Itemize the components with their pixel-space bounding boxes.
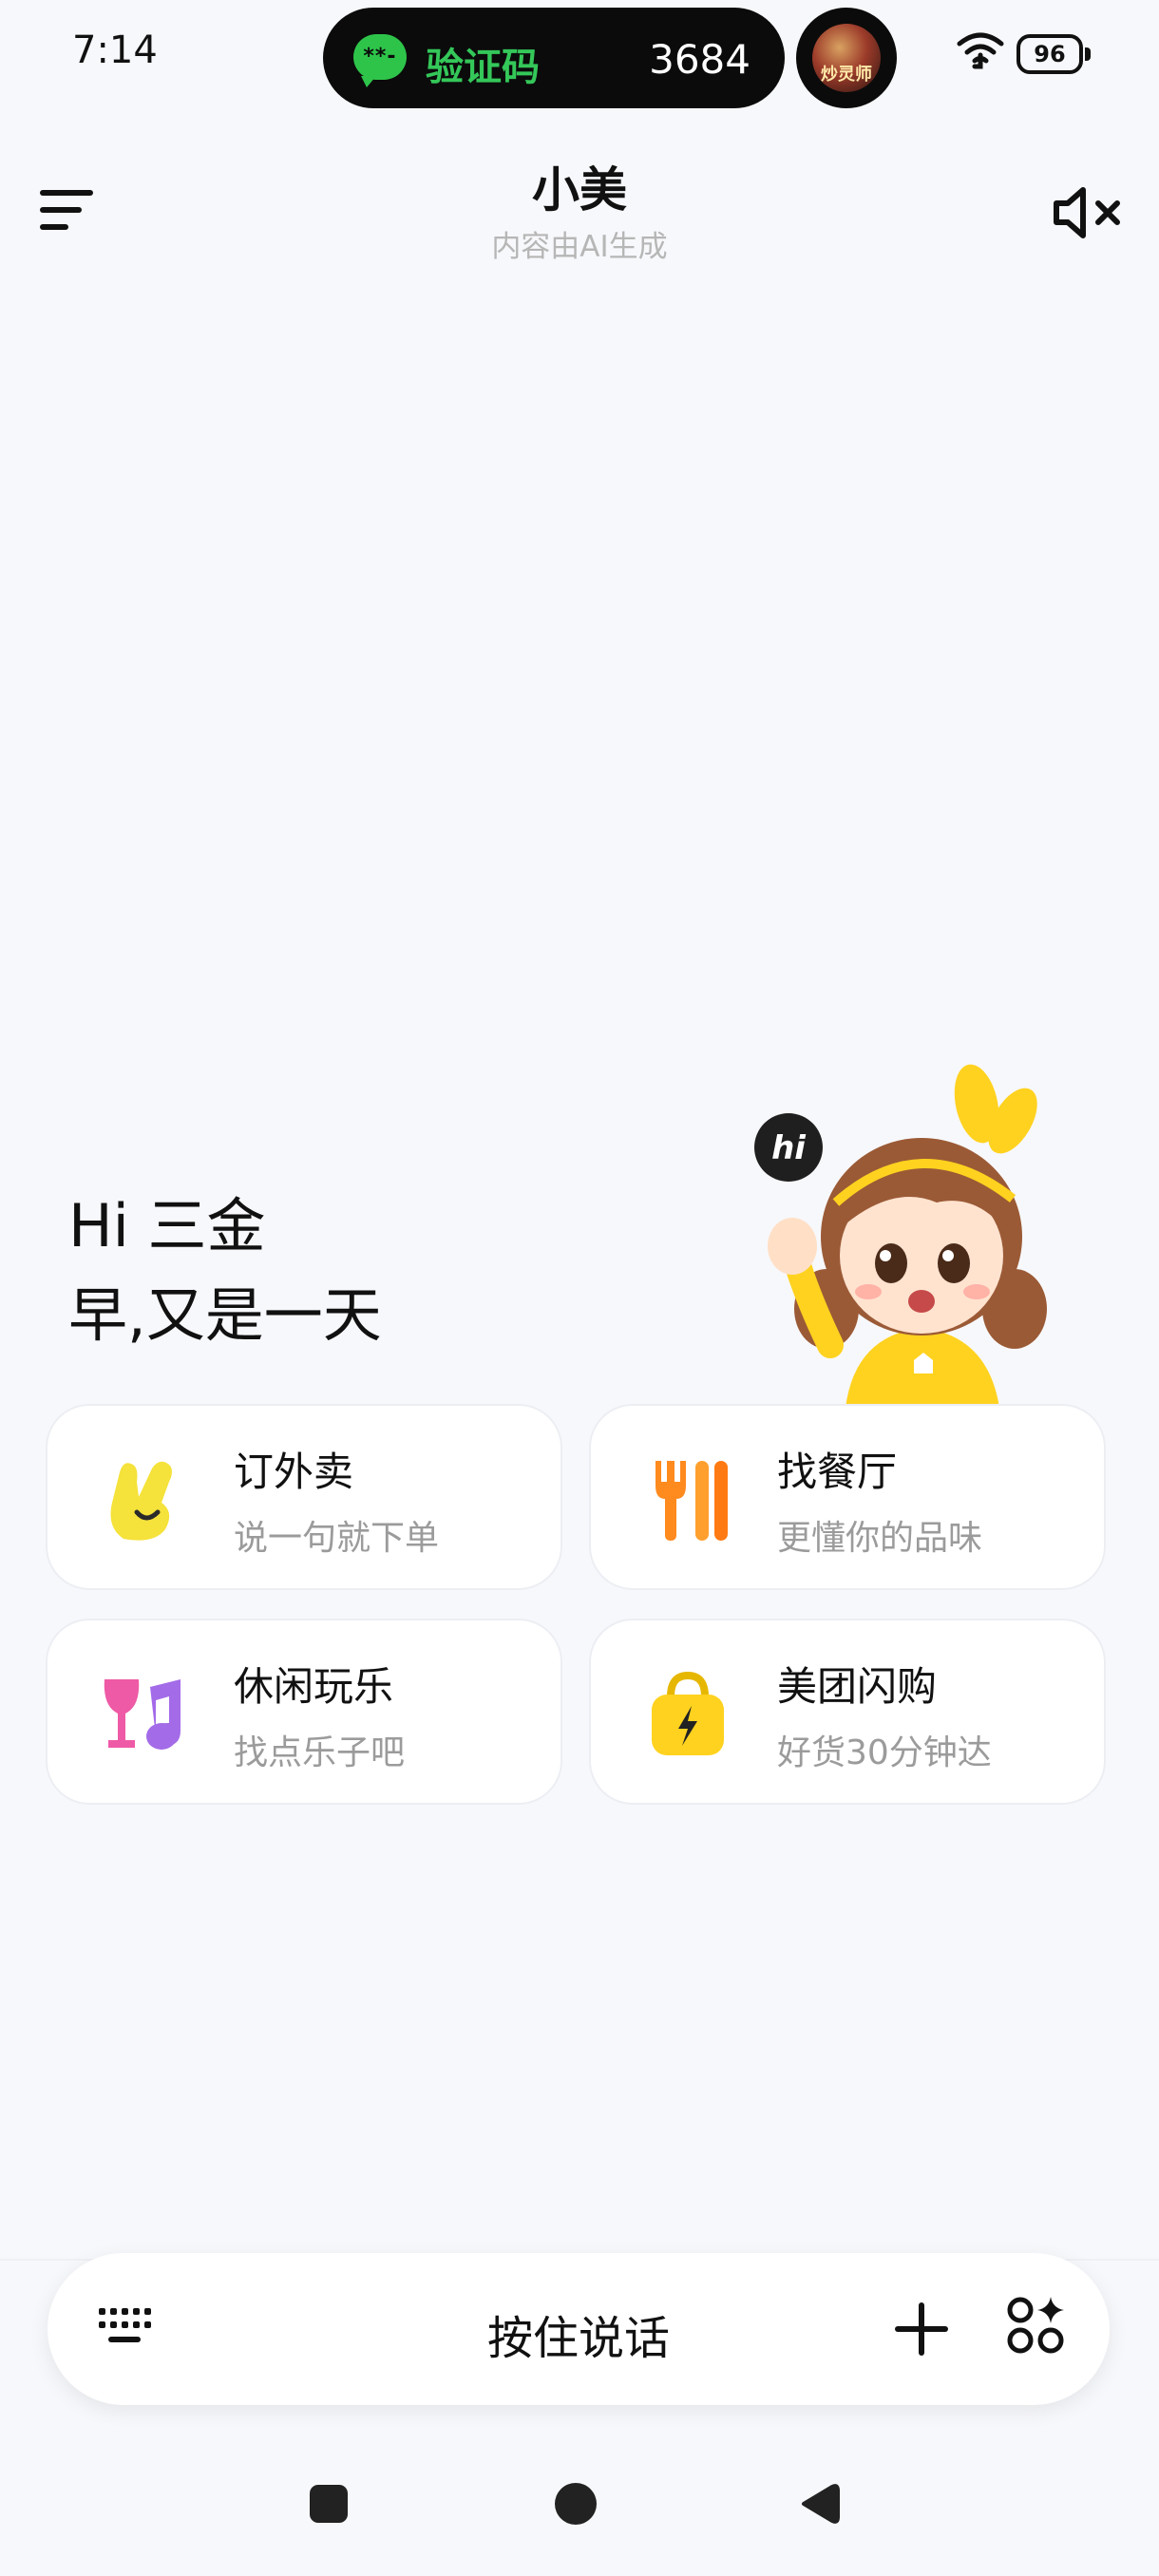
card-order-takeout[interactable]: 订外卖 说一句就下单: [46, 1404, 562, 1590]
card-subtitle: 找点乐子吧: [234, 1733, 406, 1772]
wifi-icon: [957, 32, 1004, 69]
game-icon-text: 炒灵师: [821, 65, 872, 85]
fork-knife-icon: [656, 1461, 728, 1541]
card-title: 美团闪购: [777, 1663, 938, 1710]
voice-input-bar[interactable]: 按住说话: [48, 2253, 1110, 2405]
card-title: 找餐厅: [777, 1449, 898, 1495]
home-button[interactable]: [555, 2483, 597, 2525]
card-subtitle: 好货30分钟达: [777, 1733, 992, 1772]
card-subtitle: 更懂你的品味: [777, 1519, 983, 1558]
greeting-message: 早,又是一天: [68, 1280, 382, 1350]
hold-to-talk-button[interactable]: 按住说话: [48, 2301, 1110, 2367]
page-title: 小美: [532, 162, 627, 218]
card-subtitle: 说一句就下单: [234, 1519, 440, 1558]
battery-indicator: 96: [1016, 34, 1091, 74]
recents-button[interactable]: [310, 2485, 348, 2523]
greeting-name: Hi 三金: [68, 1191, 266, 1260]
mute-icon[interactable]: [1053, 184, 1125, 241]
game-app-icon[interactable]: 炒灵师: [796, 8, 897, 108]
glass-music-icon: [104, 1679, 180, 1750]
card-title: 休闲玩乐: [234, 1663, 394, 1710]
ai-disclaimer: 内容由AI生成: [491, 230, 668, 264]
card-title: 订外卖: [234, 1449, 354, 1495]
mascot-avatar[interactable]: hi: [750, 1060, 1064, 1408]
status-time: 7:14: [72, 28, 158, 72]
card-find-restaurant[interactable]: 找餐厅 更懂你的品味: [589, 1404, 1106, 1590]
card-leisure[interactable]: 休闲玩乐 找点乐子吧: [46, 1619, 562, 1805]
shopping-bag-icon: [652, 1671, 724, 1755]
notification-island[interactable]: **- 验证码 3684: [323, 8, 785, 108]
card-meituan-flash[interactable]: 美团闪购 好货30分钟达: [589, 1619, 1106, 1805]
notification-label: 验证码: [426, 46, 540, 89]
victory-hand-icon: [110, 1461, 172, 1541]
plus-icon[interactable]: [893, 2301, 950, 2358]
hi-bubble-text: hi: [771, 1129, 807, 1167]
verification-code: 3684: [649, 36, 750, 83]
back-icon[interactable]: [798, 2481, 840, 2527]
apps-sparkle-icon[interactable]: [1005, 2295, 1066, 2356]
wechat-icon: **-: [353, 34, 407, 87]
